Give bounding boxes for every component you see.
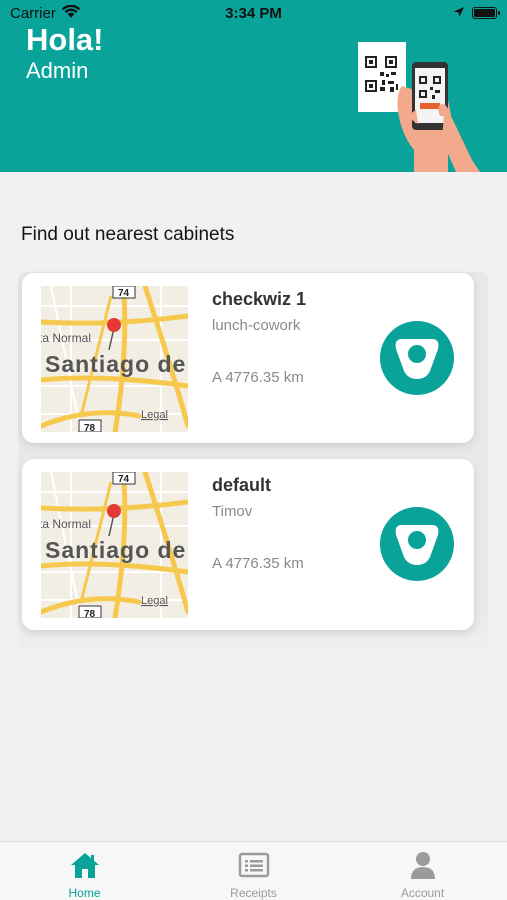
tab-receipts-label: Receipts <box>230 886 277 900</box>
tab-home-label: Home <box>68 886 101 900</box>
map-legal-label: Legal <box>141 409 168 421</box>
clock-time: 3:34 PM <box>225 5 282 22</box>
status-bar: Carrier 3:34 PM <box>0 0 507 28</box>
map-city-label: Santiago de <box>45 537 186 563</box>
cabinet-location: lunch-cowork <box>212 317 301 334</box>
cabinet-name: default <box>212 475 272 495</box>
cabinet-logo-icon[interactable] <box>380 507 454 581</box>
cabinet-location: Timov <box>212 503 253 520</box>
map-city-label: Santiago de <box>45 351 186 377</box>
tab-home[interactable]: Home <box>0 842 169 900</box>
tab-account-label: Account <box>400 886 445 900</box>
qr-scan-illustration <box>358 42 480 172</box>
map-thumbnail: 74 78 ta Normal Santiago de Legal <box>41 286 188 432</box>
account-icon <box>411 852 435 879</box>
section-title: Find out nearest cabinets <box>21 224 235 245</box>
receipt-icon <box>238 852 270 878</box>
user-name: Admin <box>26 58 89 83</box>
cabinet-card[interactable]: 74 78 ta Normal Santiago de Legal defaul… <box>22 459 474 630</box>
map-road-label-bottom: 78 <box>84 609 96 618</box>
home-icon <box>71 853 99 878</box>
map-area-label: ta Normal <box>41 517 91 531</box>
cabinet-logo-icon[interactable] <box>380 321 454 395</box>
map-road-label-top: 74 <box>118 474 130 485</box>
cabinet-distance: A 4776.35 km <box>212 555 304 572</box>
tab-receipts[interactable]: Receipts <box>169 842 338 900</box>
map-thumbnail: 74 78 ta Normal Santiago de Legal <box>41 472 188 618</box>
cabinet-distance: A 4776.35 km <box>212 369 304 386</box>
bottom-tab-bar: Home Receipts Account <box>0 841 507 900</box>
map-road-label-top: 74 <box>118 288 130 299</box>
location-arrow-icon <box>454 7 464 17</box>
cabinet-name: checkwiz 1 <box>212 289 307 309</box>
battery-icon <box>472 7 500 19</box>
tab-account[interactable]: Account <box>338 842 507 900</box>
cabinet-card[interactable]: 74 78 ta Normal Santiago de Legal checkw… <box>22 273 474 443</box>
map-legal-label: Legal <box>141 595 168 607</box>
map-road-label-bottom: 78 <box>84 423 96 432</box>
map-area-label: ta Normal <box>41 331 91 345</box>
